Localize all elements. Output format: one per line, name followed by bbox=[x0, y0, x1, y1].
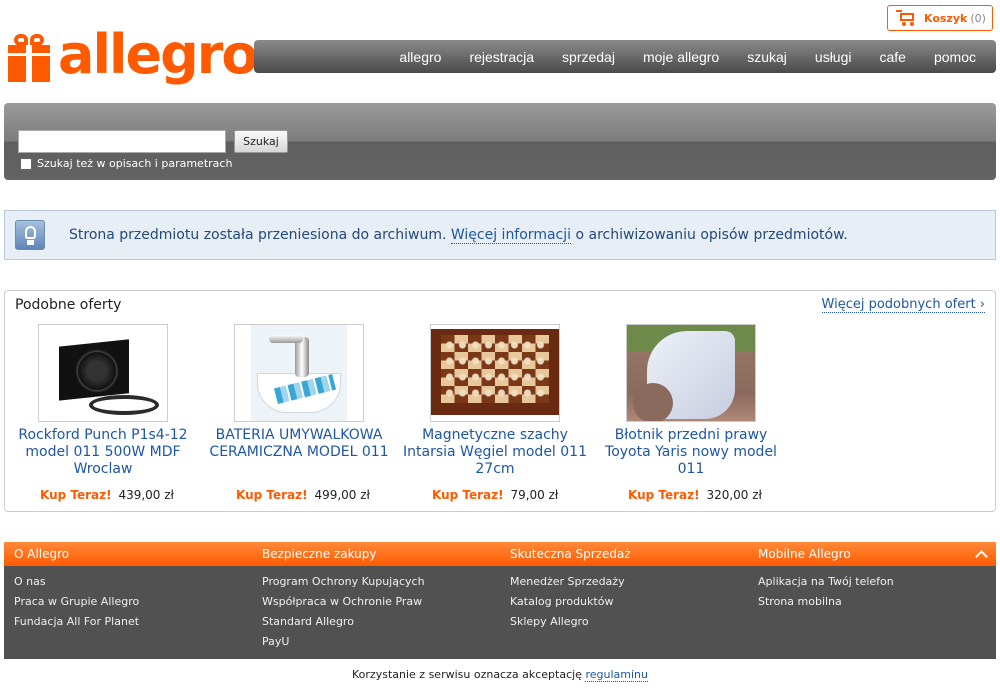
footer-column-bezpieczne-zakupy: Program Ochrony Kupujących Współpraca w … bbox=[262, 575, 425, 655]
footer-header-bar: O Allegro Bezpieczne zakupy Skuteczna Sp… bbox=[4, 542, 996, 566]
footer-column-skuteczna-sprzedaz: Menedżer Sprzedaży Katalog produktów Skl… bbox=[510, 575, 625, 635]
footer-links: O nas Praca w Grupie Allegro Fundacja Al… bbox=[4, 566, 996, 659]
footer-heading-o-allegro: O Allegro bbox=[14, 547, 70, 561]
cart-label: Koszyk bbox=[924, 11, 968, 25]
nav-rejestracja[interactable]: rejestracja bbox=[469, 49, 534, 65]
info-text-before: Strona przedmiotu została przeniesiona d… bbox=[69, 227, 447, 243]
footer-link[interactable]: Menedżer Sprzedaży bbox=[510, 575, 625, 588]
offer-title[interactable]: BATERIA UMYWALKOWA CERAMICZNA MODEL 011 bbox=[206, 427, 392, 479]
price-value: 79,00 zł bbox=[510, 488, 559, 502]
offer-title[interactable]: Błotnik przedni prawy Toyota Yaris nowy … bbox=[598, 427, 784, 479]
search-button[interactable]: Szukaj bbox=[234, 130, 288, 153]
offer-item[interactable]: BATERIA UMYWALKOWA CERAMICZNA MODEL 011 … bbox=[206, 324, 392, 502]
footer-link[interactable]: Fundacja All For Planet bbox=[14, 615, 139, 628]
offer-price: Kup Teraz! 499,00 zł bbox=[206, 488, 392, 502]
price-value: 499,00 zł bbox=[314, 488, 370, 502]
similar-offers: Podobne oferty Więcej podobnych ofert › … bbox=[4, 290, 996, 512]
offer-price: Kup Teraz! 320,00 zł bbox=[598, 488, 784, 502]
price-value: 320,00 zł bbox=[706, 488, 762, 502]
similar-offers-title: Podobne oferty bbox=[15, 297, 122, 313]
nav-pomoc[interactable]: pomoc bbox=[934, 49, 976, 65]
terms-link[interactable]: regulaminu bbox=[585, 668, 648, 682]
main-nav: allegro rejestracja sprzedaj moje allegr… bbox=[254, 40, 996, 73]
cart-icon bbox=[896, 10, 916, 26]
offer-image-chess[interactable] bbox=[430, 324, 560, 422]
footer-link[interactable]: Sklepy Allegro bbox=[510, 615, 625, 628]
footer-link[interactable]: Standard Allegro bbox=[262, 615, 425, 628]
offer-item[interactable]: Rockford Punch P1s4-12 model 011 500W MD… bbox=[10, 324, 196, 502]
search-bar: Szukaj Szukaj też w opisach i parametrac… bbox=[4, 103, 996, 180]
offer-title[interactable]: Rockford Punch P1s4-12 model 011 500W MD… bbox=[10, 427, 196, 479]
legal-notice: Korzystanie z serwisu oznacza akceptację… bbox=[0, 668, 1000, 682]
logo-text: allegro bbox=[58, 23, 258, 86]
chevron-up-icon[interactable] bbox=[974, 546, 990, 562]
gift-icon bbox=[8, 34, 50, 82]
footer-heading-skuteczna-sprzedaz: Skuteczna Sprzedaż bbox=[510, 547, 631, 561]
footer-link[interactable]: Współpraca w Ochronie Praw bbox=[262, 595, 425, 608]
footer-link[interactable]: Katalog produktów bbox=[510, 595, 625, 608]
footer-link[interactable]: Strona mobilna bbox=[758, 595, 894, 608]
buy-now-label: Kup Teraz! bbox=[628, 488, 700, 502]
search-descriptions-checkbox[interactable] bbox=[20, 158, 32, 170]
offer-price: Kup Teraz! 439,00 zł bbox=[10, 488, 196, 502]
legal-text: Korzystanie z serwisu oznacza akceptację bbox=[352, 668, 582, 681]
offer-image-faucet[interactable] bbox=[234, 324, 364, 422]
footer-link[interactable]: PayU bbox=[262, 635, 425, 648]
buy-now-label: Kup Teraz! bbox=[432, 488, 504, 502]
footer-link[interactable]: Praca w Grupie Allegro bbox=[14, 595, 139, 608]
offer-image-fender[interactable] bbox=[626, 324, 756, 422]
footer-heading-bezpieczne-zakupy: Bezpieczne zakupy bbox=[262, 547, 377, 561]
nav-moje-allegro[interactable]: moje allegro bbox=[643, 49, 719, 65]
archive-info-text: Strona przedmiotu została przeniesiona d… bbox=[69, 227, 848, 244]
allegro-logo[interactable]: allegro bbox=[8, 23, 258, 90]
nav-szukaj[interactable]: szukaj bbox=[747, 49, 787, 65]
more-info-link[interactable]: Więcej informacji bbox=[450, 227, 572, 244]
search-input[interactable] bbox=[18, 130, 226, 153]
footer-heading-mobilne-allegro: Mobilne Allegro bbox=[758, 547, 851, 561]
footer-link[interactable]: O nas bbox=[14, 575, 139, 588]
offer-item[interactable]: Błotnik przedni prawy Toyota Yaris nowy … bbox=[598, 324, 784, 502]
price-value: 439,00 zł bbox=[118, 488, 174, 502]
nav-sprzedaj[interactable]: sprzedaj bbox=[562, 49, 615, 65]
lightbulb-icon bbox=[15, 220, 45, 250]
offer-item[interactable]: Magnetyczne szachy Intarsia Węgiel model… bbox=[402, 324, 588, 502]
cart-button[interactable]: Koszyk (0) bbox=[887, 5, 993, 31]
footer-link[interactable]: Aplikacja na Twój telefon bbox=[758, 575, 894, 588]
buy-now-label: Kup Teraz! bbox=[236, 488, 308, 502]
footer-column-o-allegro: O nas Praca w Grupie Allegro Fundacja Al… bbox=[14, 575, 139, 635]
buy-now-label: Kup Teraz! bbox=[40, 488, 112, 502]
offer-price: Kup Teraz! 79,00 zł bbox=[402, 488, 588, 502]
offer-title[interactable]: Magnetyczne szachy Intarsia Węgiel model… bbox=[402, 427, 588, 479]
offer-image-subwoofer[interactable] bbox=[38, 324, 168, 422]
nav-uslugi[interactable]: usługi bbox=[815, 49, 852, 65]
archive-info-box: Strona przedmiotu została przeniesiona d… bbox=[4, 210, 996, 260]
search-descriptions-label: Szukaj też w opisach i parametrach bbox=[37, 157, 233, 170]
nav-cafe[interactable]: cafe bbox=[880, 49, 906, 65]
footer-column-mobilne-allegro: Aplikacja na Twój telefon Strona mobilna bbox=[758, 575, 894, 615]
more-similar-offers-link[interactable]: Więcej podobnych ofert › bbox=[821, 297, 985, 313]
nav-allegro[interactable]: allegro bbox=[399, 49, 441, 65]
info-text-after: o archiwizowaniu opisów przedmiotów. bbox=[575, 227, 848, 243]
footer-link[interactable]: Program Ochrony Kupujących bbox=[262, 575, 425, 588]
cart-count: (0) bbox=[970, 11, 986, 25]
